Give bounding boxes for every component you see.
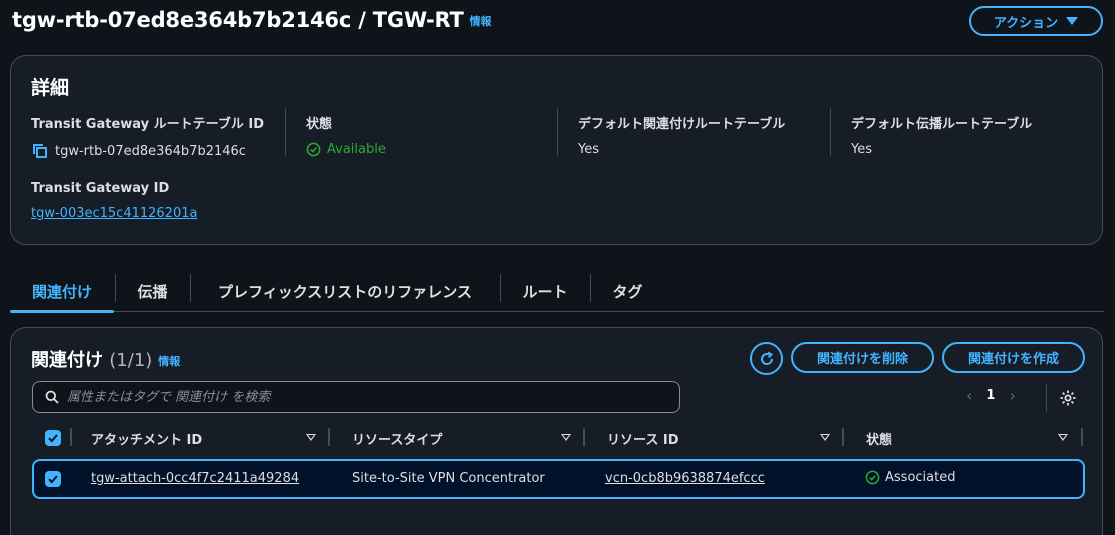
resource-type-cell: Site-to-Site VPN Concentrator (352, 471, 545, 486)
pager-divider (1046, 384, 1047, 412)
state-cell: Associated (865, 470, 955, 485)
checkbox-checked-icon (48, 475, 58, 484)
column-header-attachment-id[interactable]: アタッチメント ID (91, 429, 202, 448)
create-association-button[interactable]: 関連付けを作成 (942, 342, 1085, 373)
details-panel: 詳細 Transit Gateway ルートテーブル ID tgw-rtb-07… (10, 55, 1103, 245)
associations-info-link[interactable]: 情報 (158, 355, 180, 368)
field-label: 状態 (306, 117, 333, 132)
caret-down-icon (1066, 17, 1079, 25)
delete-association-button[interactable]: 関連付けを削除 (791, 342, 934, 373)
table-row[interactable]: tgw-attach-0cc4f7c2411a49284 Site-to-Sit… (32, 459, 1085, 499)
associations-count: (1/1) (109, 350, 153, 371)
chevron-right-icon[interactable]: › (1009, 386, 1015, 405)
associations-title-text: 関連付け (31, 350, 103, 371)
chevron-left-icon[interactable]: ‹ (966, 386, 972, 405)
column-separator (70, 428, 72, 446)
resource-id-link[interactable]: vcn-0cb8b9638874efccc (605, 471, 765, 486)
field-label: Transit Gateway ルートテーブル ID (31, 117, 265, 132)
column-divider (285, 108, 286, 156)
select-all-checkbox[interactable] (45, 430, 61, 446)
field-value-row: tgw-003ec15c41126201a (31, 206, 197, 221)
checkbox-checked-icon (48, 434, 58, 443)
column-divider (557, 108, 558, 156)
state-value: Associated (885, 470, 956, 485)
tab-routes[interactable]: ルート (510, 270, 580, 312)
sort-icon[interactable] (306, 434, 316, 441)
refresh-icon (760, 351, 773, 365)
field-transit-gateway-id: Transit Gateway ID tgw-003ec15c41126201a (31, 181, 197, 221)
tab-propagations[interactable]: 伝播 (125, 270, 180, 312)
copy-icon[interactable] (31, 142, 49, 160)
column-header-resource-type[interactable]: リソースタイプ (352, 429, 442, 448)
default-propagation-value: Yes (851, 142, 872, 157)
actions-button-label: アクション (993, 15, 1059, 31)
refresh-button[interactable] (750, 342, 783, 375)
tab-separator (115, 274, 116, 302)
tab-separator (500, 274, 501, 302)
attachment-id-link[interactable]: tgw-attach-0cc4f7c2411a49284 (91, 471, 299, 486)
tab-prefix-list-references[interactable]: プレフィックスリストのリファレンス (200, 270, 490, 312)
tab-bar: 関連付け 伝播 プレフィックスリストのリファレンス ルート タグ (10, 270, 1104, 313)
tab-associations[interactable]: 関連付け (10, 270, 114, 313)
field-label: デフォルト関連付けルートテーブル (578, 117, 786, 132)
page-title-text: tgw-rtb-07ed8e364b7b2146c / TGW-RT (12, 8, 464, 32)
page-number[interactable]: 1 (986, 388, 995, 403)
sort-icon[interactable] (1058, 434, 1068, 441)
search-input[interactable] (67, 389, 667, 405)
column-separator (583, 428, 585, 446)
transit-gateway-id-link[interactable]: tgw-003ec15c41126201a (31, 206, 197, 221)
row-checkbox[interactable] (45, 471, 61, 487)
column-header-state[interactable]: 状態 (866, 429, 892, 448)
column-header-resource-id[interactable]: リソース ID (607, 429, 679, 448)
field-default-association: デフォルト関連付けルートテーブル Yes (578, 113, 785, 157)
page-title: tgw-rtb-07ed8e364b7b2146c / TGW-RT 情報 (12, 8, 491, 32)
search-icon (45, 390, 59, 404)
field-label: デフォルト伝播ルートテーブル (851, 117, 1033, 132)
column-separator (1081, 428, 1083, 446)
column-separator (328, 428, 330, 446)
page-header: tgw-rtb-07ed8e364b7b2146c / TGW-RT 情報 アクシ… (12, 6, 1103, 40)
table-header: アタッチメント ID リソースタイプ リソース ID 状態 (32, 425, 1085, 453)
field-route-table-id: Transit Gateway ルートテーブル ID tgw-rtb-07ed8… (31, 113, 264, 160)
default-association-value: Yes (578, 142, 599, 157)
details-title: 詳細 (31, 77, 70, 99)
field-value-row: tgw-rtb-07ed8e364b7b2146c (31, 142, 264, 160)
field-state: 状態 Available (306, 113, 386, 157)
sort-icon[interactable] (820, 434, 830, 441)
field-label: Transit Gateway ID (31, 181, 170, 196)
actions-button[interactable]: アクション (969, 6, 1103, 36)
pagination: ‹ 1 › (966, 386, 1016, 405)
associations-panel: 関連付け (1/1) 情報 関連付けを削除 関連付けを作成 ‹ 1 › アタッチメ… (10, 327, 1103, 535)
route-table-id-value: tgw-rtb-07ed8e364b7b2146c (55, 143, 246, 159)
search-box[interactable] (32, 381, 680, 413)
tab-separator (190, 274, 191, 302)
state-value: Available (327, 142, 386, 157)
column-divider (830, 108, 831, 156)
field-value-row: Available (306, 142, 386, 157)
field-default-propagation: デフォルト伝播ルートテーブル Yes (851, 113, 1032, 157)
status-ok-icon (306, 142, 321, 157)
tab-separator (590, 274, 591, 302)
tab-tags[interactable]: タグ (600, 270, 655, 312)
associations-title: 関連付け (1/1) 情報 (31, 346, 180, 372)
column-separator (842, 428, 844, 446)
status-ok-icon (865, 470, 880, 485)
header-info-link[interactable]: 情報 (470, 15, 492, 28)
settings-icon[interactable] (1059, 389, 1077, 407)
sort-icon[interactable] (561, 434, 571, 441)
